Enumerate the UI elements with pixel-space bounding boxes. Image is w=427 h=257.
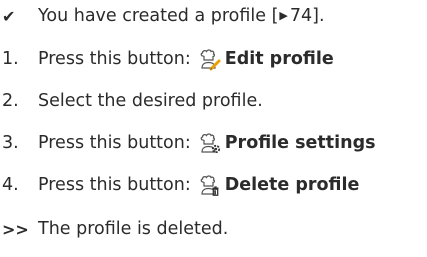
prerequisite-text-before: You have created a profile [ — [38, 6, 279, 26]
page-reference[interactable]: 74 — [290, 6, 312, 26]
checkmark-icon: ✔ — [2, 6, 16, 26]
step-number: 2. — [2, 91, 19, 111]
chef-delete-icon — [197, 173, 221, 197]
chef-edit-icon — [197, 47, 221, 71]
delete-profile-button-label[interactable]: Delete profile — [225, 175, 360, 195]
result-text: The profile is deleted. — [38, 219, 229, 239]
step-instruction: Select the desired profile. — [38, 91, 263, 111]
step-number: 3. — [2, 133, 19, 153]
page-ref-arrow-icon: ▶ — [279, 8, 288, 22]
chef-settings-icon — [197, 131, 221, 155]
step-number: 1. — [2, 49, 19, 69]
step-instruction: Press this button: — [38, 133, 191, 153]
prerequisite-text: You have created a profile [ ▶ 74 ]. — [38, 6, 325, 26]
step-text: Press this button: Edit profile — [38, 47, 334, 71]
step-instruction: Press this button: — [38, 49, 191, 69]
edit-profile-button-label[interactable]: Edit profile — [225, 49, 334, 69]
step-text: Press this button: Delete profile — [38, 173, 359, 197]
step-number: 4. — [2, 175, 19, 195]
step-text: Press this button: Profile settings — [38, 131, 376, 155]
profile-settings-button-label[interactable]: Profile settings — [225, 133, 376, 153]
result-marker: >> — [2, 219, 29, 239]
instruction-list: ✔ You have created a profile [ ▶ 74 ]. 1… — [0, 0, 427, 257]
prerequisite-text-after: ]. — [312, 6, 325, 26]
step-instruction: Press this button: — [38, 175, 191, 195]
